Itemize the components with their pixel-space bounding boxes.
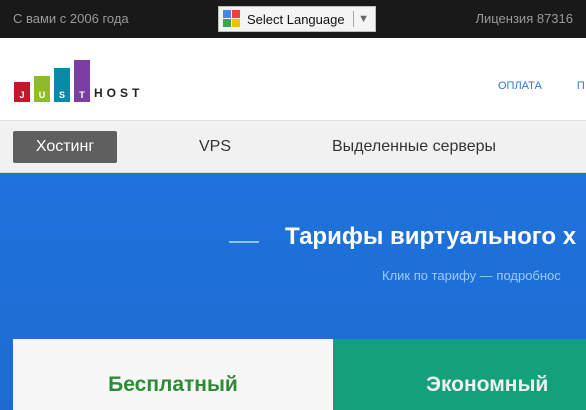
- nav-payment-link[interactable]: ОПЛАТА: [498, 80, 542, 92]
- justhost-logo[interactable]: J U S T HOST: [14, 58, 154, 102]
- top-bar: С вами с 2006 года Select Language ▼ Лиц…: [0, 0, 586, 38]
- license-text: Лицензия 87316: [475, 11, 573, 26]
- plan-name: Бесплатный: [108, 373, 238, 396]
- service-tabs: Хостинг VPS Выделенные серверы: [0, 120, 586, 173]
- hero-section: Тарифы виртуального х Клик по тарифу — п…: [0, 173, 586, 410]
- site-header: J U S T HOST ОПЛАТА П: [0, 38, 586, 120]
- logo-bar-u: U: [34, 76, 50, 102]
- tab-dedicated-servers[interactable]: Выделенные серверы: [332, 131, 496, 163]
- logo-host-text: HOST: [94, 86, 144, 100]
- nav-link-cut[interactable]: П: [577, 80, 585, 92]
- tab-vps[interactable]: VPS: [199, 131, 231, 163]
- tab-hosting[interactable]: Хостинг: [13, 131, 117, 163]
- logo-bar-j: J: [14, 82, 30, 102]
- language-selector[interactable]: Select Language ▼: [218, 6, 376, 32]
- title-accent-line: [229, 241, 259, 243]
- header-nav: ОПЛАТА П: [498, 80, 586, 92]
- google-translate-icon: [223, 10, 241, 28]
- language-selector-label: Select Language: [247, 11, 345, 27]
- plan-card-free[interactable]: Бесплатный: [13, 339, 333, 410]
- logo-bar-s: S: [54, 68, 70, 102]
- plan-card-economy[interactable]: Экономный: [333, 339, 586, 410]
- since-text: С вами с 2006 года: [13, 11, 129, 26]
- logo-bar-t: T: [74, 60, 90, 102]
- hero-title: Тарифы виртуального х: [285, 223, 577, 250]
- plan-name: Экономный: [426, 373, 549, 396]
- chevron-down-icon: ▼: [358, 13, 369, 25]
- hero-subtitle: Клик по тарифу — подробнос: [382, 268, 561, 283]
- language-selector-divider: [353, 11, 355, 27]
